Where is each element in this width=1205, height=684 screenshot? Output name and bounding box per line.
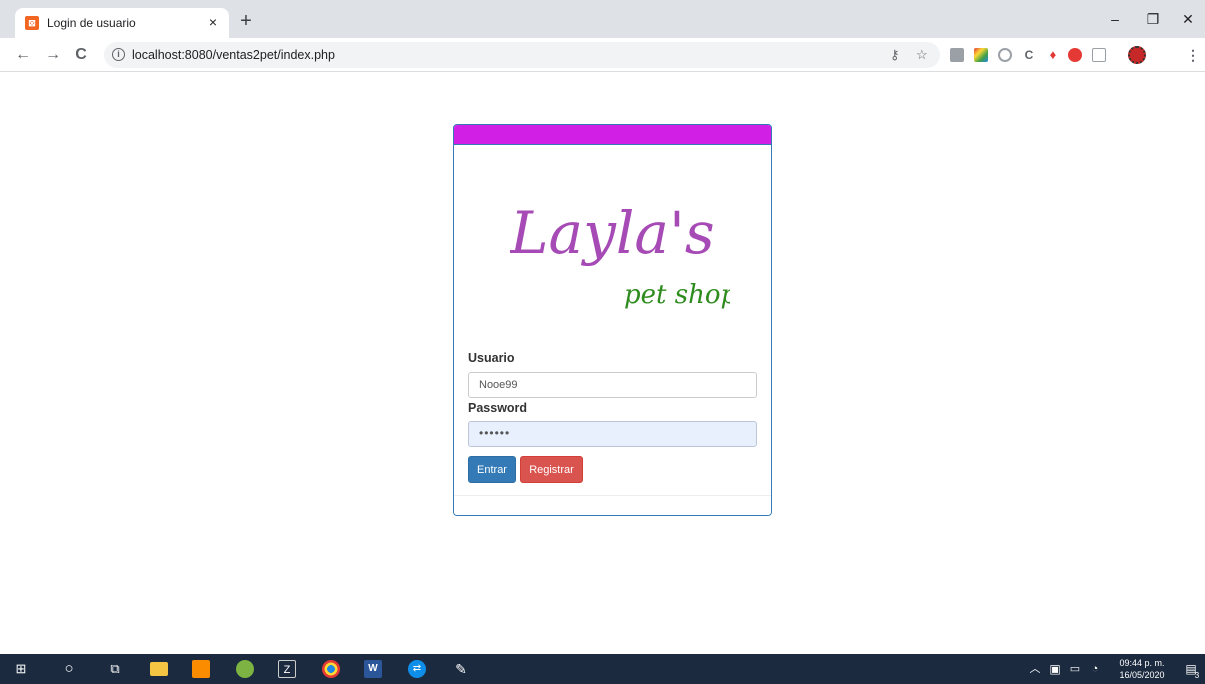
url-text[interactable]: localhost:8080/ventas2pet/index.php xyxy=(132,48,335,62)
password-label: Password xyxy=(468,401,528,415)
username-label: Usuario xyxy=(468,351,515,365)
logo-tagline: pet shop xyxy=(624,280,730,310)
star-icon[interactable]: ☆ xyxy=(916,47,928,63)
c-icon[interactable]: C xyxy=(1022,48,1036,62)
xampp-icon[interactable] xyxy=(192,660,210,678)
filezilla-icon[interactable]: Z xyxy=(278,660,296,678)
browser-tabstrip: ⊠ Login de usuario × + – ❐ ✕ xyxy=(0,0,1205,38)
username-input[interactable]: Nooe99 xyxy=(468,372,757,398)
xampp-favicon-icon: ⊠ xyxy=(25,16,39,30)
key-icon[interactable]: ⚷ xyxy=(890,47,900,63)
notifications-count: 3 xyxy=(1194,671,1200,680)
pin-icon[interactable]: ♦ xyxy=(1046,48,1060,62)
cortana-icon[interactable]: ○ xyxy=(60,660,78,678)
logo-name: Layla's xyxy=(510,199,715,267)
tray-app-icon[interactable]: ▣ xyxy=(1046,660,1064,678)
menu-icon[interactable]: ⋮ xyxy=(1186,48,1200,62)
windows-start-icon[interactable]: ⊞ xyxy=(12,660,30,678)
tray-chevron-icon[interactable]: ︿ xyxy=(1026,660,1044,678)
password-input[interactable]: •••••• xyxy=(468,421,757,447)
cast-icon[interactable] xyxy=(1092,48,1106,62)
app-icon[interactable] xyxy=(236,660,254,678)
tab-close-button[interactable]: × xyxy=(205,14,221,30)
task-view-icon[interactable]: ⧉ xyxy=(106,660,124,678)
back-button[interactable]: ← xyxy=(12,44,34,66)
restore-button[interactable]: ❐ xyxy=(1138,8,1168,30)
panel-header xyxy=(454,125,771,145)
site-info-icon[interactable]: i xyxy=(112,48,125,61)
register-button[interactable]: Registrar xyxy=(520,456,583,483)
clock-date[interactable]: 16/05/2020 xyxy=(1110,670,1174,681)
wifi-icon[interactable]: ◔ xyxy=(1086,660,1104,678)
screenshot-icon[interactable] xyxy=(998,48,1012,62)
teamviewer-icon[interactable]: ⇄ xyxy=(408,660,426,678)
chrome-icon[interactable] xyxy=(322,660,340,678)
tab-title: Login de usuario xyxy=(47,16,136,30)
word-icon[interactable]: W xyxy=(364,660,382,678)
login-panel: Layla's pet shop Usuario Nooe99 Password… xyxy=(453,124,772,516)
reload-button[interactable]: C xyxy=(70,44,92,66)
tab-login[interactable]: ⊠ Login de usuario × xyxy=(15,8,229,38)
windows-taskbar: ⊞ ○ ⧉ Z W ⇄ ✎ ︿ ▣ ▭ ◔ 09:44 p. m. 16/05/… xyxy=(0,654,1205,684)
pdf-icon[interactable] xyxy=(950,48,964,62)
paint-icon[interactable]: ✎ xyxy=(452,660,470,678)
address-bar[interactable]: i localhost:8080/ventas2pet/index.php ⚷ … xyxy=(104,42,940,68)
file-explorer-icon[interactable] xyxy=(150,662,168,676)
new-tab-button[interactable]: + xyxy=(236,11,256,32)
panel-footer xyxy=(454,495,771,515)
login-button[interactable]: Entrar xyxy=(468,456,516,483)
color-icon[interactable] xyxy=(974,48,988,62)
forward-button[interactable]: → xyxy=(42,44,64,66)
close-window-button[interactable]: ✕ xyxy=(1173,8,1203,30)
browser-toolbar: ← → C i localhost:8080/ventas2pet/index.… xyxy=(0,38,1205,72)
download-icon[interactable] xyxy=(1068,48,1082,62)
battery-icon[interactable]: ▭ xyxy=(1066,660,1084,678)
profile-icon[interactable] xyxy=(1128,46,1146,64)
clock-time[interactable]: 09:44 p. m. xyxy=(1110,658,1174,669)
minimize-button[interactable]: – xyxy=(1100,8,1130,30)
laylas-petshop-logo: Layla's pet shop xyxy=(510,199,730,310)
